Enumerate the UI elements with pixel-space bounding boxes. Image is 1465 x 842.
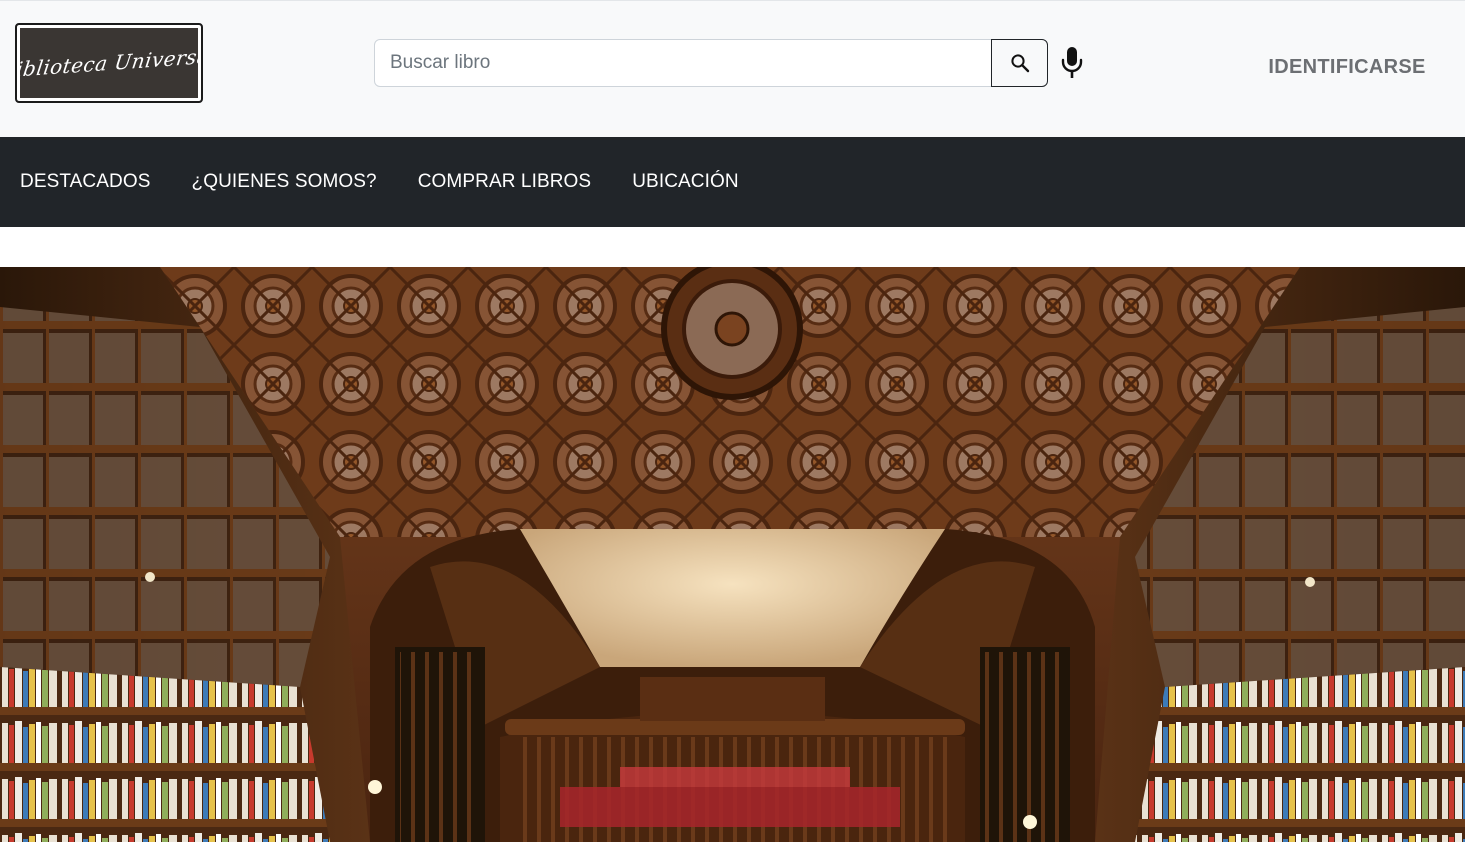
hero-image	[0, 267, 1465, 842]
main-navbar: DESTACADOS ¿QUIENES SOMOS? COMPRAR LIBRO…	[0, 137, 1465, 227]
nav-item-comprar-libros[interactable]: COMPRAR LIBROS	[418, 171, 592, 193]
nav-item-destacados[interactable]: DESTACADOS	[20, 171, 151, 193]
top-header: Biblioteca Universal IDENTIFICARSE	[0, 0, 1465, 137]
login-link[interactable]: IDENTIFICARSE	[1262, 56, 1432, 82]
search-input[interactable]	[374, 39, 992, 87]
voice-search-button[interactable]	[1058, 45, 1086, 81]
search-button[interactable]	[991, 39, 1048, 87]
microphone-icon	[1061, 47, 1083, 78]
search-icon	[1010, 54, 1029, 73]
library-interior-illustration	[0, 267, 1465, 842]
nav-item-ubicacion[interactable]: UBICACIÓN	[632, 171, 738, 193]
brand-logo[interactable]: Biblioteca Universal	[15, 23, 203, 103]
nav-item-quienes-somos[interactable]: ¿QUIENES SOMOS?	[192, 171, 377, 193]
logo-text: Biblioteca Universal	[15, 43, 203, 83]
